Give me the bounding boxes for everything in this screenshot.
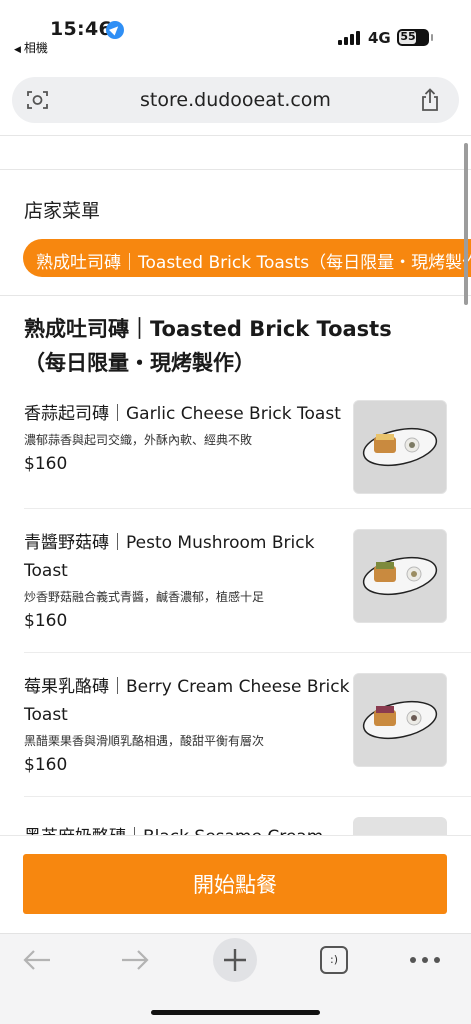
- network-type: 4G: [368, 29, 391, 47]
- more-options-icon[interactable]: [410, 957, 440, 965]
- forward-arrow-icon[interactable]: [120, 948, 150, 972]
- item-name: 青醬野菇磚｜Pesto Mushroom Brick Toast: [24, 533, 315, 581]
- category-tab-label: 熟成吐司磚｜Toasted Brick Toasts（每日限量・現烤製作）: [36, 253, 471, 273]
- battery-level: 55: [400, 30, 416, 43]
- start-order-button[interactable]: 開始點餐: [23, 854, 447, 914]
- item-price: $160: [24, 611, 68, 631]
- store-menu-title: 店家菜單: [24, 200, 101, 222]
- back-app-label: 相機: [23, 41, 48, 55]
- header-divider: [0, 135, 471, 136]
- location-arrow-icon: [106, 21, 124, 39]
- menu-item-partial[interactable]: 黑芝麻奶酪磚｜Black Sesame Cream: [24, 820, 354, 835]
- back-arrow-icon[interactable]: [22, 948, 52, 972]
- home-indicator[interactable]: [151, 1010, 320, 1015]
- item-description: 濃郁蒜香與起司交織，外酥內軟、經典不敗: [24, 433, 253, 447]
- item-photo[interactable]: [353, 400, 447, 494]
- item-name: 香蒜起司磚｜Garlic Cheese Brick Toast: [24, 404, 341, 424]
- battery-icon: 55: [397, 29, 429, 46]
- item-description: 炒香野菇融合義式青醬，鹹香濃郁，植感十足: [24, 590, 265, 604]
- new-tab-button[interactable]: [213, 938, 257, 982]
- category-divider: [0, 295, 471, 296]
- item-name: 黑芝麻奶酪磚｜Black Sesame Cream: [24, 822, 323, 835]
- plus-icon: [224, 949, 246, 971]
- item-photo[interactable]: [353, 529, 447, 623]
- item-divider: [24, 652, 471, 653]
- menu-item[interactable]: 香蒜起司磚｜Garlic Cheese Brick Toast 濃郁蒜香與起司交…: [0, 400, 471, 544]
- cellular-signal-icon: [338, 31, 360, 45]
- back-to-app-link[interactable]: ◀ 相機: [14, 39, 48, 56]
- item-divider: [24, 796, 471, 797]
- item-description: 黑醋栗果香與滑順乳酪相遇，酸甜平衡有層次: [24, 734, 265, 748]
- tabs-button[interactable]: :): [320, 946, 348, 974]
- item-name: 莓果乳酪磚｜Berry Cream Cheese Brick Toast: [24, 677, 350, 725]
- content-top-divider: [0, 169, 471, 170]
- scroll-indicator[interactable]: [464, 143, 468, 305]
- share-icon[interactable]: [419, 88, 441, 112]
- url-text[interactable]: store.dudooeat.com: [12, 89, 459, 111]
- back-triangle-icon: ◀: [14, 45, 21, 55]
- item-divider: [24, 508, 471, 509]
- status-time: 15:46: [50, 18, 112, 40]
- item-photo-partial[interactable]: [353, 817, 447, 835]
- item-photo[interactable]: [353, 673, 447, 767]
- category-tab-active[interactable]: 熟成吐司磚｜Toasted Brick Toasts（每日限量・現烤製作）: [23, 239, 471, 277]
- address-bar[interactable]: store.dudooeat.com: [12, 77, 459, 123]
- status-bar: 15:46 ◀ 相機 4G 55: [0, 0, 471, 62]
- item-price: $160: [24, 454, 68, 474]
- section-heading: 熟成吐司磚｜Toasted Brick Toasts（每日限量・現烤製作）: [24, 317, 392, 375]
- item-price: $160: [24, 755, 68, 775]
